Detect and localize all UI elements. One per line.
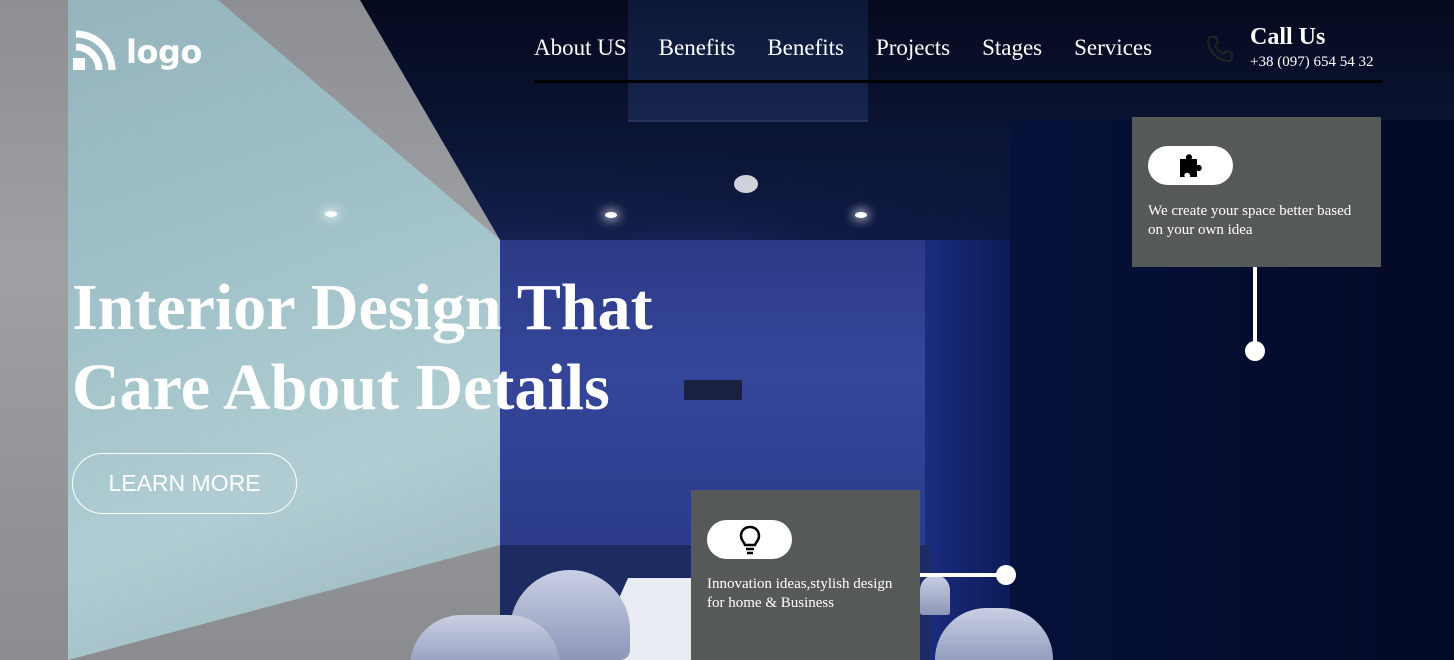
nav-stages[interactable]: Stages bbox=[982, 35, 1042, 61]
feature-icon-pill bbox=[707, 520, 792, 559]
logo-text: logo bbox=[126, 33, 202, 71]
nav-projects[interactable]: Projects bbox=[876, 35, 950, 61]
feature-text: Innovation ideas,stylish design for home… bbox=[707, 575, 897, 612]
feature-text-line2: for home & Business bbox=[707, 594, 835, 611]
nav-benefits[interactable]: Benefits bbox=[659, 35, 736, 61]
learn-more-button[interactable]: LEARN MORE bbox=[72, 453, 297, 514]
hero-title-line1: Interior Design That bbox=[72, 271, 653, 344]
feature-text-line1: Innovation ideas,stylish design bbox=[707, 576, 893, 592]
connector-line bbox=[1253, 267, 1257, 351]
ceiling-vent bbox=[628, 0, 868, 122]
puzzle-icon bbox=[1179, 153, 1202, 177]
phone-icon[interactable] bbox=[1204, 33, 1236, 65]
feature-card-puzzle: We create your space better based on you… bbox=[1132, 117, 1381, 267]
main-nav: About US Benefits Benefits Projects Stag… bbox=[534, 35, 1152, 61]
logo[interactable]: logo bbox=[72, 30, 202, 74]
smoke-detector bbox=[734, 175, 758, 193]
logo-icon bbox=[73, 30, 116, 71]
nav-benefits-2[interactable]: Benefits bbox=[767, 35, 844, 61]
hero-title: Interior Design That Care About Details bbox=[72, 268, 732, 428]
ceiling-light bbox=[605, 212, 617, 218]
call-us-title: Call Us bbox=[1250, 24, 1326, 50]
connector-line bbox=[920, 573, 1007, 577]
ceiling-light bbox=[855, 212, 867, 218]
phone-number[interactable]: +38 (097) 654 54 32 bbox=[1250, 54, 1373, 71]
hero-title-line2: Care About Details bbox=[72, 351, 610, 424]
connector-dot bbox=[1245, 341, 1265, 361]
feature-card-lightbulb: Innovation ideas,stylish design for home… bbox=[691, 490, 920, 660]
feature-text: We create your space better based on you… bbox=[1148, 203, 1352, 238]
feature-icon-pill bbox=[1148, 146, 1233, 185]
connector-dot bbox=[996, 565, 1016, 585]
nav-underline bbox=[534, 80, 1383, 83]
ceiling-light bbox=[325, 211, 337, 217]
chair bbox=[920, 575, 950, 615]
lightbulb-icon bbox=[739, 525, 760, 554]
nav-services[interactable]: Services bbox=[1074, 35, 1152, 61]
nav-about-us[interactable]: About US bbox=[534, 35, 627, 61]
